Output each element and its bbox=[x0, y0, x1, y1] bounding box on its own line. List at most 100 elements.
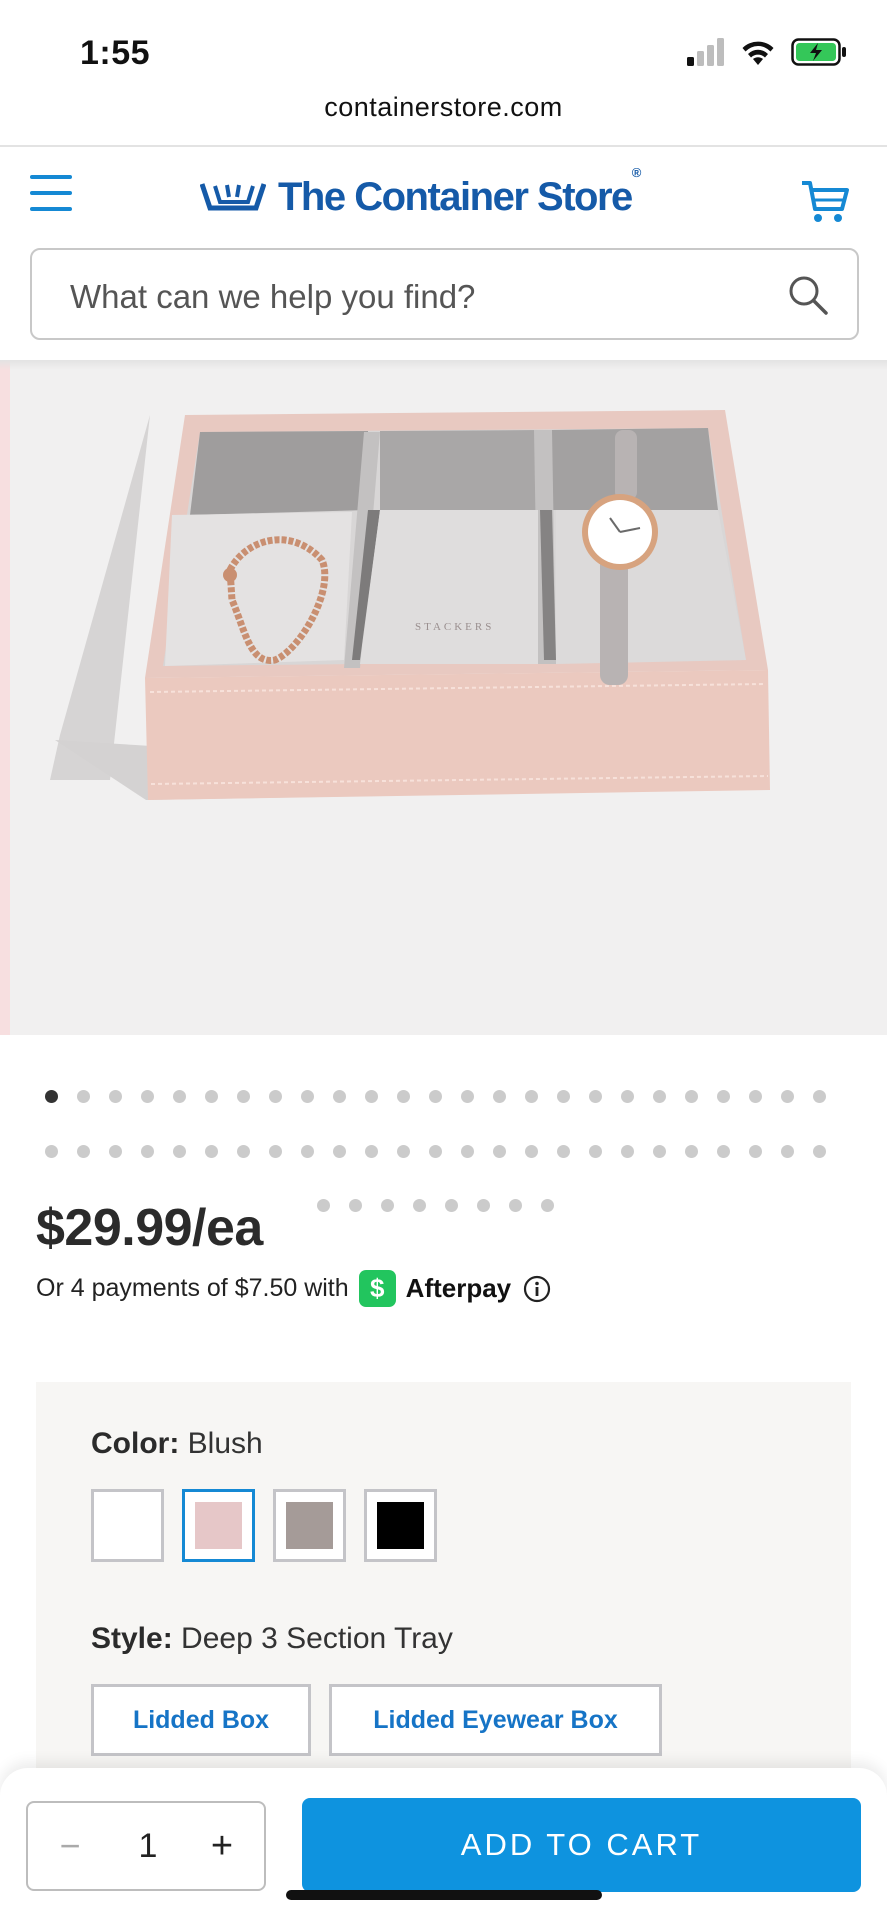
swatch-blush[interactable] bbox=[182, 1489, 255, 1562]
carousel-dots bbox=[317, 1199, 554, 1212]
swatch-color bbox=[377, 1502, 424, 1549]
carousel-dot[interactable] bbox=[349, 1199, 362, 1212]
carousel-dot[interactable] bbox=[557, 1145, 570, 1158]
carousel-dots bbox=[45, 1090, 826, 1103]
carousel-dot[interactable] bbox=[333, 1145, 346, 1158]
carousel-dots bbox=[45, 1145, 826, 1158]
carousel-dot[interactable] bbox=[413, 1199, 426, 1212]
carousel-dot[interactable] bbox=[45, 1145, 58, 1158]
afterpay-name: Afterpay bbox=[405, 1273, 512, 1303]
carousel-dot[interactable] bbox=[205, 1145, 218, 1158]
carousel-dot[interactable] bbox=[205, 1090, 218, 1103]
carousel-dot[interactable] bbox=[173, 1145, 186, 1158]
logo-text: The Container Store® bbox=[278, 164, 641, 219]
carousel-dot[interactable] bbox=[541, 1199, 554, 1212]
carousel-dot[interactable] bbox=[621, 1145, 634, 1158]
site-header: The Container Store® bbox=[0, 147, 887, 247]
carousel-dot[interactable] bbox=[589, 1145, 602, 1158]
carousel-dot[interactable] bbox=[685, 1145, 698, 1158]
style-option-lidded-eyewear-box[interactable]: Lidded Eyewear Box bbox=[329, 1684, 662, 1756]
carousel-dot[interactable] bbox=[685, 1090, 698, 1103]
carousel-dot[interactable] bbox=[525, 1090, 538, 1103]
product-price: $29.99/ea bbox=[36, 1199, 263, 1257]
carousel-dot[interactable] bbox=[525, 1145, 538, 1158]
carousel-dot[interactable] bbox=[317, 1199, 330, 1212]
color-label: Color: Blush bbox=[91, 1427, 263, 1460]
carousel-dot[interactable] bbox=[397, 1145, 410, 1158]
carousel-dot[interactable] bbox=[365, 1090, 378, 1103]
carousel-dot[interactable] bbox=[109, 1145, 122, 1158]
carousel-dot[interactable] bbox=[365, 1145, 378, 1158]
carousel-dot[interactable] bbox=[749, 1145, 762, 1158]
carousel-dot[interactable] bbox=[45, 1090, 58, 1103]
carousel-dot[interactable] bbox=[557, 1090, 570, 1103]
carousel-dot[interactable] bbox=[237, 1090, 250, 1103]
carousel-dot[interactable] bbox=[781, 1145, 794, 1158]
carousel-dot[interactable] bbox=[381, 1199, 394, 1212]
installment-text: Or 4 payments of $7.50 with bbox=[36, 1274, 349, 1302]
carousel-dot[interactable] bbox=[461, 1145, 474, 1158]
swatch-color bbox=[286, 1502, 333, 1549]
carousel-dot[interactable] bbox=[109, 1090, 122, 1103]
logo[interactable]: The Container Store® bbox=[200, 164, 641, 221]
carousel-dot[interactable] bbox=[717, 1145, 730, 1158]
info-icon[interactable] bbox=[523, 1275, 551, 1303]
product-image[interactable]: STACKERS bbox=[0, 360, 887, 1035]
carousel-dot[interactable] bbox=[141, 1145, 154, 1158]
jewelry-tray-illustration: STACKERS bbox=[50, 410, 770, 800]
carousel-dot[interactable] bbox=[781, 1090, 794, 1103]
style-option-lidded-box[interactable]: Lidded Box bbox=[91, 1684, 311, 1756]
search-placeholder: What can we help you find? bbox=[70, 278, 476, 315]
swatch-taupe[interactable] bbox=[273, 1489, 346, 1562]
carousel-dot[interactable] bbox=[269, 1145, 282, 1158]
quantity-value[interactable]: 1 bbox=[123, 1821, 173, 1871]
style-value: Deep 3 Section Tray bbox=[181, 1622, 453, 1655]
decrease-quantity-button[interactable]: − bbox=[50, 1821, 90, 1871]
carousel-dot[interactable] bbox=[461, 1090, 474, 1103]
carousel-dot[interactable] bbox=[509, 1199, 522, 1212]
carousel-dot[interactable] bbox=[141, 1090, 154, 1103]
carousel-dot[interactable] bbox=[301, 1090, 314, 1103]
swatch-white[interactable] bbox=[91, 1489, 164, 1562]
increase-quantity-button[interactable]: + bbox=[202, 1821, 242, 1871]
carousel-dot[interactable] bbox=[333, 1090, 346, 1103]
carousel-dot[interactable] bbox=[813, 1090, 826, 1103]
carousel-dot[interactable] bbox=[429, 1090, 442, 1103]
carousel-dot[interactable] bbox=[621, 1090, 634, 1103]
browser-url[interactable]: containerstore.com bbox=[0, 92, 887, 146]
carousel-dot[interactable] bbox=[237, 1145, 250, 1158]
carousel-dot[interactable] bbox=[653, 1145, 666, 1158]
carousel-dot[interactable] bbox=[749, 1090, 762, 1103]
carousel-dot[interactable] bbox=[477, 1199, 490, 1212]
add-to-cart-button[interactable]: ADD TO CART bbox=[302, 1798, 861, 1892]
carousel-dot[interactable] bbox=[717, 1090, 730, 1103]
swatch-color bbox=[195, 1502, 242, 1549]
status-bar: 1:55 bbox=[0, 0, 887, 92]
status-icons bbox=[687, 38, 847, 66]
search-input[interactable]: What can we help you find? bbox=[30, 248, 859, 340]
swatch-color bbox=[104, 1502, 151, 1549]
carousel-dot[interactable] bbox=[301, 1145, 314, 1158]
carousel-dot[interactable] bbox=[493, 1090, 506, 1103]
carousel-dot[interactable] bbox=[77, 1090, 90, 1103]
carousel-dot[interactable] bbox=[813, 1145, 826, 1158]
afterpay-icon: $ bbox=[358, 1270, 396, 1307]
color-value: Blush bbox=[187, 1427, 263, 1460]
carousel-dot[interactable] bbox=[77, 1145, 90, 1158]
search-icon[interactable] bbox=[787, 274, 829, 316]
signal-icon bbox=[687, 38, 724, 66]
menu-icon[interactable] bbox=[30, 175, 72, 211]
carousel-dot[interactable] bbox=[173, 1090, 186, 1103]
cart-icon[interactable] bbox=[800, 179, 850, 225]
quantity-stepper: − 1 + bbox=[26, 1801, 266, 1891]
status-time: 1:55 bbox=[80, 34, 151, 72]
carousel-dot[interactable] bbox=[589, 1090, 602, 1103]
product-options: Color: Blush Style: Deep 3 Section Tray … bbox=[36, 1382, 851, 1802]
carousel-dot[interactable] bbox=[493, 1145, 506, 1158]
carousel-dot[interactable] bbox=[445, 1199, 458, 1212]
swatch-black[interactable] bbox=[364, 1489, 437, 1562]
carousel-dot[interactable] bbox=[653, 1090, 666, 1103]
carousel-dot[interactable] bbox=[397, 1090, 410, 1103]
carousel-dot[interactable] bbox=[429, 1145, 442, 1158]
carousel-dot[interactable] bbox=[269, 1090, 282, 1103]
